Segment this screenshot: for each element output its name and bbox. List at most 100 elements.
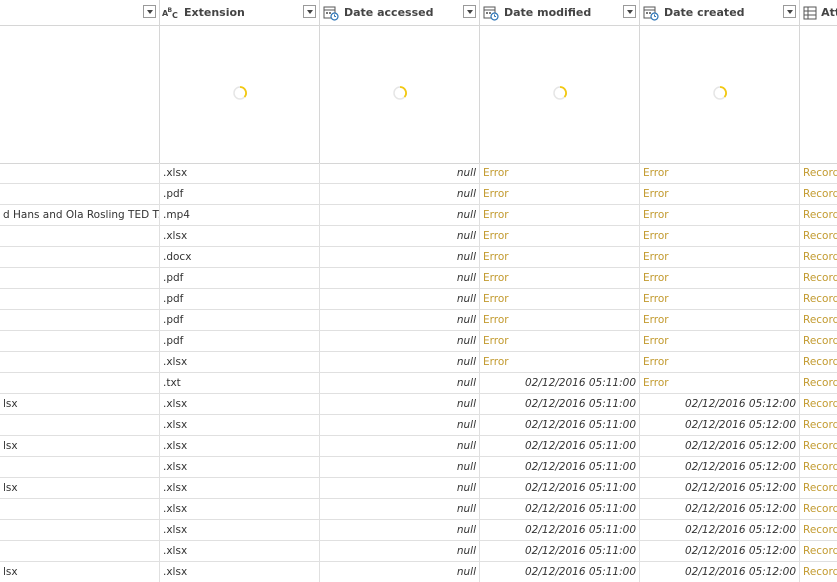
- date-created-cell: 02/12/2016 05:12:00: [640, 394, 800, 414]
- table-row[interactable]: lsx .xlsx null 02/12/2016 05:11:00 02/12/201…: [0, 436, 837, 457]
- date-modified-cell: 02/12/2016 05:11:00: [480, 457, 640, 477]
- date-created-cell: 02/12/2016 05:12:00: [640, 541, 800, 561]
- date-created-cell: 02/12/2016 05:12:00: [640, 436, 800, 456]
- attributes-cell[interactable]: Record: [800, 541, 837, 561]
- extension-cell: .xlsx: [160, 478, 320, 498]
- attributes-cell[interactable]: Record: [800, 331, 837, 351]
- date-accessed-cell: null: [320, 184, 480, 204]
- date-accessed-cell: null: [320, 247, 480, 267]
- attributes-cell[interactable]: Record: [800, 373, 837, 393]
- date-created-cell[interactable]: Error: [640, 226, 800, 246]
- name-cell: [0, 226, 160, 246]
- column-header-date-modified[interactable]: Date modified: [480, 0, 640, 25]
- attributes-cell[interactable]: Record: [800, 184, 837, 204]
- date-modified-cell[interactable]: Error: [480, 352, 640, 372]
- date-created-cell[interactable]: Error: [640, 289, 800, 309]
- attributes-cell[interactable]: Record: [800, 310, 837, 330]
- attributes-cell[interactable]: Record: [800, 478, 837, 498]
- column-header-name[interactable]: [0, 0, 160, 25]
- column-title: Date created: [664, 6, 745, 19]
- date-modified-cell[interactable]: Error: [480, 163, 640, 183]
- datetime-type-icon[interactable]: [322, 4, 340, 22]
- table-row[interactable]: .xlsx null 02/12/2016 05:11:00 02/12/2016 0…: [0, 520, 837, 541]
- attributes-cell[interactable]: Record: [800, 436, 837, 456]
- date-created-cell: 02/12/2016 05:12:00: [640, 478, 800, 498]
- date-modified-cell: 02/12/2016 05:11:00: [480, 562, 640, 582]
- table-row[interactable]: .xlsx null 02/12/2016 05:11:00 02/12/2016 0…: [0, 415, 837, 436]
- datetime-type-icon[interactable]: [642, 4, 660, 22]
- date-created-cell[interactable]: Error: [640, 247, 800, 267]
- attributes-cell[interactable]: Record: [800, 457, 837, 477]
- attributes-cell[interactable]: Record: [800, 163, 837, 183]
- filter-dropdown-icon[interactable]: [303, 5, 316, 18]
- attributes-cell[interactable]: Record: [800, 205, 837, 225]
- extension-cell: .pdf: [160, 310, 320, 330]
- column-title: Extension: [184, 6, 245, 19]
- date-created-cell[interactable]: Error: [640, 352, 800, 372]
- date-created-cell[interactable]: Error: [640, 205, 800, 225]
- date-modified-cell[interactable]: Error: [480, 310, 640, 330]
- table-type-icon[interactable]: [802, 4, 817, 22]
- name-cell: [0, 289, 160, 309]
- date-created-cell[interactable]: Error: [640, 163, 800, 183]
- date-modified-cell[interactable]: Error: [480, 247, 640, 267]
- date-modified-cell[interactable]: Error: [480, 268, 640, 288]
- filter-dropdown-icon[interactable]: [143, 5, 156, 18]
- table-row[interactable]: .pdf null Error Error Record: [0, 310, 837, 331]
- extension-cell: .mp4: [160, 205, 320, 225]
- table-row[interactable]: .xlsx null 02/12/2016 05:11:00 02/12/2016 0…: [0, 499, 837, 520]
- text-type-icon[interactable]: A B C: [162, 4, 180, 22]
- column-header-attributes[interactable]: Att: [800, 0, 837, 25]
- date-created-cell[interactable]: Error: [640, 268, 800, 288]
- date-modified-cell[interactable]: Error: [480, 226, 640, 246]
- table-row[interactable]: .pdf null Error Error Record: [0, 268, 837, 289]
- attributes-cell[interactable]: Record: [800, 499, 837, 519]
- attributes-cell[interactable]: Record: [800, 289, 837, 309]
- name-cell: [0, 415, 160, 435]
- column-header-extension[interactable]: A B C Extension: [160, 0, 320, 25]
- date-created-cell[interactable]: Error: [640, 331, 800, 351]
- table-row[interactable]: .txt null 02/12/2016 05:11:00 Error Record: [0, 373, 837, 394]
- attributes-cell[interactable]: Record: [800, 268, 837, 288]
- date-accessed-cell: null: [320, 205, 480, 225]
- table-row[interactable]: lsx .xlsx null 02/12/2016 05:11:00 02/12/201…: [0, 394, 837, 415]
- date-created-cell[interactable]: Error: [640, 184, 800, 204]
- table-row[interactable]: .xlsx null Error Error Record: [0, 352, 837, 373]
- attributes-cell[interactable]: Record: [800, 520, 837, 540]
- table-row[interactable]: .xlsx null 02/12/2016 05:11:00 02/12/2016 0…: [0, 457, 837, 478]
- date-accessed-cell: null: [320, 436, 480, 456]
- date-accessed-cell: null: [320, 520, 480, 540]
- table-row[interactable]: .xlsx null Error Error Record: [0, 163, 837, 184]
- table-row[interactable]: lsx .xlsx null 02/12/2016 05:11:00 02/12/201…: [0, 562, 837, 582]
- column-header-date-created[interactable]: Date created: [640, 0, 800, 25]
- date-modified-cell[interactable]: Error: [480, 184, 640, 204]
- date-created-cell[interactable]: Error: [640, 310, 800, 330]
- table-row[interactable]: .pdf null Error Error Record: [0, 289, 837, 310]
- filter-dropdown-icon[interactable]: [463, 5, 476, 18]
- table-row[interactable]: .xlsx null Error Error Record: [0, 226, 837, 247]
- date-created-cell: 02/12/2016 05:12:00: [640, 457, 800, 477]
- table-row[interactable]: .docx null Error Error Record: [0, 247, 837, 268]
- name-cell: [0, 457, 160, 477]
- name-cell: [0, 310, 160, 330]
- attributes-cell[interactable]: Record: [800, 562, 837, 582]
- date-modified-cell[interactable]: Error: [480, 331, 640, 351]
- table-row[interactable]: lsx .xlsx null 02/12/2016 05:11:00 02/12/201…: [0, 478, 837, 499]
- table-row[interactable]: .xlsx null 02/12/2016 05:11:00 02/12/2016 0…: [0, 541, 837, 562]
- table-row[interactable]: d Hans and Ola Rosling TED T... .mp4 null E…: [0, 205, 837, 226]
- table-row[interactable]: .pdf null Error Error Record: [0, 331, 837, 352]
- attributes-cell[interactable]: Record: [800, 415, 837, 435]
- table-row[interactable]: .pdf null Error Error Record: [0, 184, 837, 205]
- date-created-cell[interactable]: Error: [640, 373, 800, 393]
- date-modified-cell[interactable]: Error: [480, 289, 640, 309]
- attributes-cell[interactable]: Record: [800, 226, 837, 246]
- attributes-cell[interactable]: Record: [800, 247, 837, 267]
- attributes-cell[interactable]: Record: [800, 394, 837, 414]
- attributes-cell[interactable]: Record: [800, 352, 837, 372]
- column-header-date-accessed[interactable]: Date accessed: [320, 0, 480, 25]
- date-modified-cell[interactable]: Error: [480, 205, 640, 225]
- filter-dropdown-icon[interactable]: [623, 5, 636, 18]
- filter-dropdown-icon[interactable]: [783, 5, 796, 18]
- datetime-type-icon[interactable]: [482, 4, 500, 22]
- date-accessed-cell: null: [320, 541, 480, 561]
